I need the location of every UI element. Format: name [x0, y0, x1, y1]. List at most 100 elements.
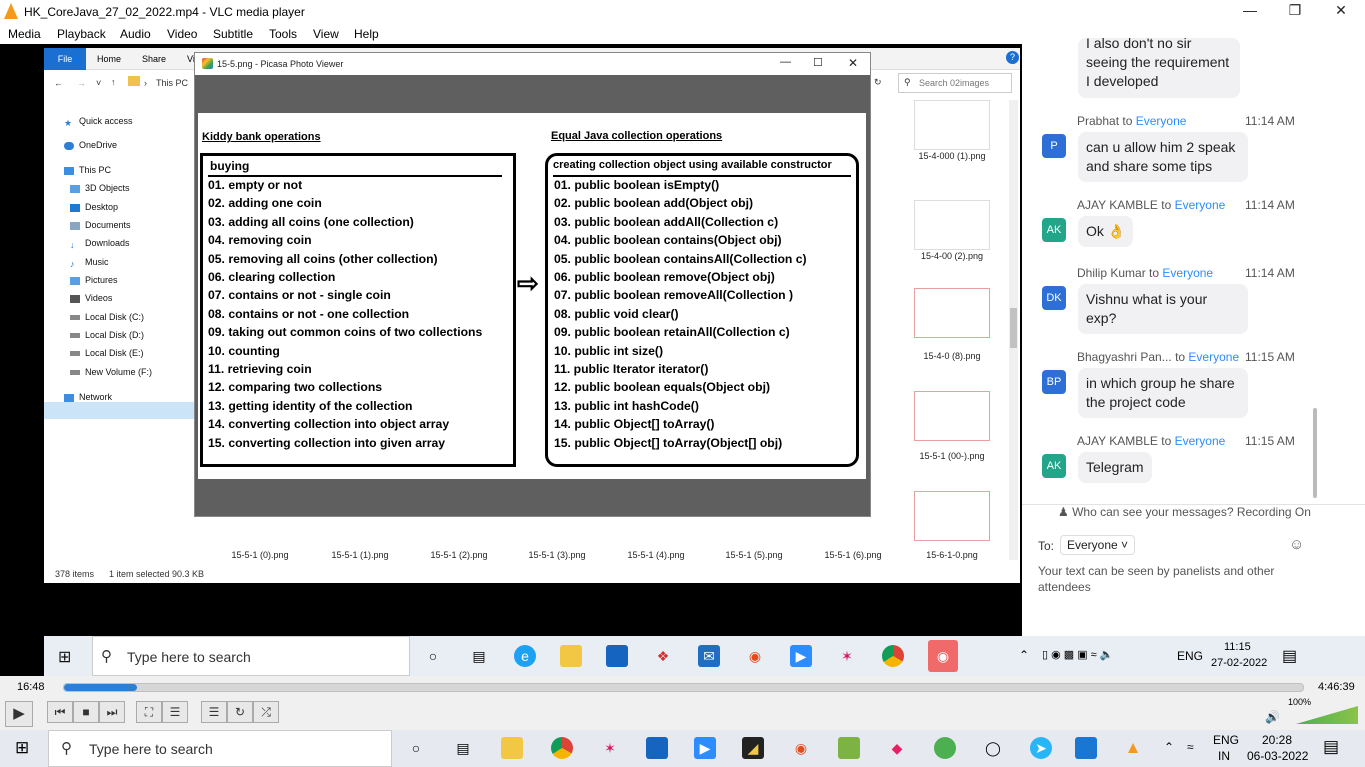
record-icon[interactable]: ◉: [790, 737, 812, 759]
menu-audio[interactable]: Audio: [120, 27, 151, 41]
store-icon[interactable]: [606, 645, 628, 667]
sidebar-item-disk-d[interactable]: Local Disk (D:): [70, 330, 144, 340]
avatar[interactable]: AK: [1042, 454, 1066, 478]
ribbon-home-tab[interactable]: Home: [97, 54, 121, 64]
photos-icon[interactable]: [1075, 737, 1097, 759]
windows-start-icon[interactable]: ⊞: [15, 738, 29, 758]
chevron-up-icon[interactable]: ⌃: [1019, 648, 1029, 662]
menu-media[interactable]: Media: [8, 27, 41, 41]
avatar[interactable]: P: [1042, 134, 1066, 158]
windows-start-icon[interactable]: ⊞: [58, 647, 71, 667]
privacy-note[interactable]: ♟ Who can see your messages? Recording O…: [1058, 505, 1311, 519]
chat-bubble[interactable]: Ok 👌: [1078, 216, 1134, 247]
avatar[interactable]: DK: [1042, 286, 1066, 310]
recent-icon[interactable]: ˅: [96, 78, 101, 88]
breadcrumb[interactable]: This PC: [156, 78, 188, 88]
back-icon[interactable]: ←: [54, 78, 63, 88]
snip-icon[interactable]: ✶: [836, 645, 858, 667]
zoom-icon[interactable]: ▶: [790, 645, 812, 667]
wifi-icon[interactable]: ≈: [1187, 740, 1194, 754]
zoom-icon[interactable]: ▶: [694, 737, 716, 759]
task-view-icon[interactable]: ▤: [452, 737, 474, 759]
file-explorer-icon[interactable]: [560, 645, 582, 667]
refresh-icon[interactable]: ↻: [874, 77, 882, 88]
minimize-icon[interactable]: —: [1240, 2, 1260, 18]
fullscreen-button[interactable]: ⛶: [136, 701, 162, 723]
snip-icon[interactable]: ✶: [599, 737, 621, 759]
scrollbar-thumb[interactable]: [1010, 308, 1017, 348]
sticky-notes-icon[interactable]: ◢: [742, 737, 764, 759]
sidebar-item-videos[interactable]: Videos: [70, 293, 112, 303]
chevron-up-icon[interactable]: ⌃: [1164, 740, 1174, 754]
recipient-name[interactable]: Everyone: [1175, 198, 1226, 212]
sidebar-item-documents[interactable]: Documents: [70, 220, 131, 230]
volume-slider[interactable]: 100%: [1288, 697, 1358, 724]
thumbnail[interactable]: [914, 491, 990, 541]
cortana-icon[interactable]: ○: [422, 645, 444, 667]
up-icon[interactable]: ↑: [111, 77, 116, 87]
recipient-name[interactable]: Everyone: [1188, 350, 1239, 364]
playlist-button[interactable]: ☰: [201, 701, 227, 723]
explorer-search-box[interactable]: ⚲ Search 02images: [898, 73, 1012, 93]
explorer-search-input[interactable]: Search 02images: [919, 78, 989, 88]
seek-bar[interactable]: [63, 683, 1304, 692]
app-icon[interactable]: ◯: [982, 737, 1004, 759]
chat-scrollbar[interactable]: [1313, 408, 1317, 498]
chrome-icon[interactable]: [551, 737, 573, 759]
avatar[interactable]: BP: [1042, 370, 1066, 394]
menu-help[interactable]: Help: [354, 27, 379, 41]
forward-icon[interactable]: →: [77, 78, 86, 88]
speaker-icon[interactable]: 🔊: [1265, 710, 1280, 724]
task-view-icon[interactable]: ▤: [468, 645, 490, 667]
recipient-name[interactable]: Everyone: [1136, 114, 1187, 128]
chat-input[interactable]: Your text can be seen by panelists and o…: [1038, 563, 1298, 595]
menu-subtitle[interactable]: Subtitle: [213, 27, 253, 41]
menu-playback[interactable]: Playback: [57, 27, 106, 41]
edge-icon[interactable]: e: [514, 645, 536, 667]
chat-bubble[interactable]: in which group he share the project code: [1078, 368, 1248, 418]
minimize-icon[interactable]: —: [780, 56, 791, 68]
taskbar-search[interactable]: ⚲ Type here to search: [92, 636, 410, 676]
gift-icon[interactable]: ❖: [652, 645, 674, 667]
chat-bubble[interactable]: Telegram: [1078, 452, 1152, 483]
menu-view[interactable]: View: [313, 27, 339, 41]
sidebar-item-disk-e[interactable]: Local Disk (E:): [70, 348, 144, 358]
explorer-scrollbar[interactable]: [1009, 100, 1018, 560]
close-icon[interactable]: ✕: [848, 56, 858, 70]
paint-icon[interactable]: ◆: [886, 737, 908, 759]
screen-recorder-icon[interactable]: ◉: [928, 640, 958, 672]
chart-app-icon[interactable]: [838, 737, 860, 759]
menu-tools[interactable]: Tools: [269, 27, 297, 41]
store-icon[interactable]: [646, 737, 668, 759]
help-icon[interactable]: ?: [1006, 51, 1019, 64]
sidebar-item-music[interactable]: ♪ Music: [70, 257, 109, 269]
mail-icon[interactable]: ✉: [698, 645, 720, 667]
emoji-icon[interactable]: ☺: [1289, 536, 1304, 553]
sidebar-item-disk-f[interactable]: New Volume (F:): [70, 367, 152, 377]
thumbnail[interactable]: [914, 200, 990, 250]
recipient-name[interactable]: Everyone: [1162, 266, 1213, 280]
sidebar-item-3d-objects[interactable]: 3D Objects: [70, 183, 130, 193]
next-button[interactable]: ⏭: [99, 701, 125, 723]
maximize-icon[interactable]: ☐: [813, 56, 823, 69]
stop-button[interactable]: ■: [73, 701, 99, 723]
avatar[interactable]: AK: [1042, 218, 1066, 242]
sidebar-item-this-pc[interactable]: This PC: [64, 165, 111, 175]
loop-button[interactable]: ↻: [227, 701, 253, 723]
recipient-dropdown[interactable]: Everyone ˅: [1060, 535, 1136, 555]
shuffle-button[interactable]: ⤮: [253, 701, 279, 723]
sidebar-item-onedrive[interactable]: OneDrive: [64, 140, 117, 150]
file-explorer-icon[interactable]: [501, 737, 523, 759]
tray-icons[interactable]: ▯ ◉ ▩ ▣ ≈ 🔈: [1042, 648, 1113, 661]
menu-video[interactable]: Video: [167, 27, 197, 41]
play-button[interactable]: ▶: [5, 701, 33, 727]
app-icon[interactable]: [934, 737, 956, 759]
telegram-icon[interactable]: ➤: [1030, 737, 1052, 759]
extended-settings-button[interactable]: ☰: [162, 701, 188, 723]
thumbnail[interactable]: [914, 100, 990, 150]
restore-icon[interactable]: ❐: [1285, 2, 1305, 19]
taskbar-search[interactable]: ⚲ Type here to search: [48, 730, 392, 767]
sidebar-item-desktop[interactable]: Desktop: [70, 202, 118, 212]
chrome-icon[interactable]: [882, 645, 904, 667]
sidebar-item-downloads[interactable]: ↓ Downloads: [70, 238, 130, 250]
